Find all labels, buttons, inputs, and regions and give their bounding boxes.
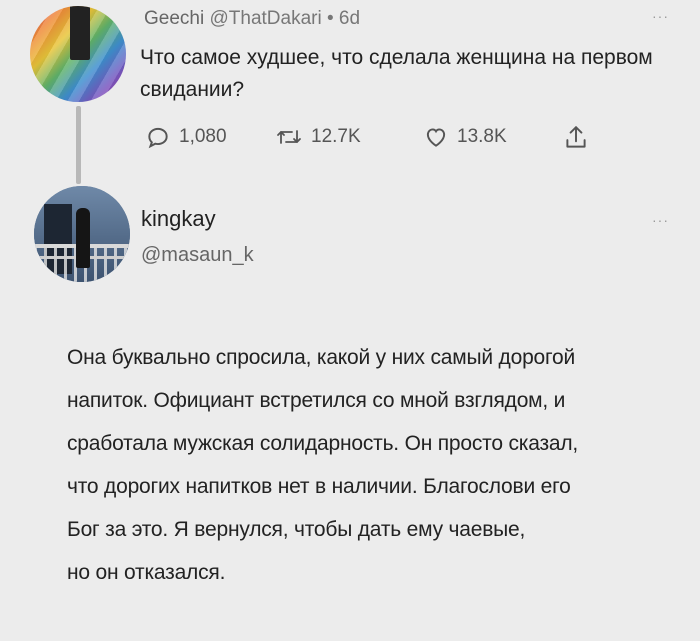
more-icon[interactable]: ··· <box>652 212 669 228</box>
tweet1-text: Что самое худшее, что сделала женщина на… <box>140 46 653 101</box>
retweet-icon <box>275 124 303 150</box>
tweet2-line: что дорогих напитков нет в наличии. Благ… <box>67 475 571 498</box>
more-icon[interactable]: ··· <box>652 8 669 24</box>
tweet1-author-name[interactable]: Geechi <box>144 8 204 29</box>
tweet2-line: напиток. Официант встретился со мной взг… <box>67 389 566 412</box>
like-count: 13.8K <box>457 126 507 147</box>
tweet1-actions: 1,080 12.7K 13.8K <box>145 124 685 154</box>
tweet2-handle[interactable]: @masaun_k <box>141 244 254 267</box>
avatar-kingkay[interactable] <box>34 186 130 282</box>
like-button[interactable]: 13.8K <box>423 124 507 150</box>
like-icon <box>423 124 449 150</box>
tweet2-text: Она буквально спросила, какой у них самы… <box>67 336 677 594</box>
retweet-count: 12.7K <box>311 126 361 147</box>
tweet2-line: Бог за это. Я вернулся, чтобы дать ему ч… <box>67 518 526 541</box>
tweet2-author-name[interactable]: kingkay <box>141 206 216 232</box>
tweet1-header: Geechi @ThatDakari • 6d <box>144 8 360 30</box>
share-button[interactable] <box>563 124 589 152</box>
reply-icon <box>145 124 171 150</box>
avatar-geechi[interactable] <box>30 6 126 102</box>
tweet1-handle[interactable]: @ThatDakari <box>209 8 321 29</box>
separator-dot: • <box>326 8 334 29</box>
tweet2-line: но он отказался. <box>67 561 226 584</box>
share-icon <box>563 124 589 152</box>
tweet2-line: сработала мужская солидарность. Он прост… <box>67 432 579 455</box>
thread-line <box>76 106 81 184</box>
tweet1-time[interactable]: 6d <box>339 8 360 29</box>
tweet2-line: Она буквально спросила, какой у них самы… <box>67 346 576 369</box>
reply-count: 1,080 <box>179 126 227 147</box>
retweet-button[interactable]: 12.7K <box>275 124 361 150</box>
reply-button[interactable]: 1,080 <box>145 124 227 150</box>
